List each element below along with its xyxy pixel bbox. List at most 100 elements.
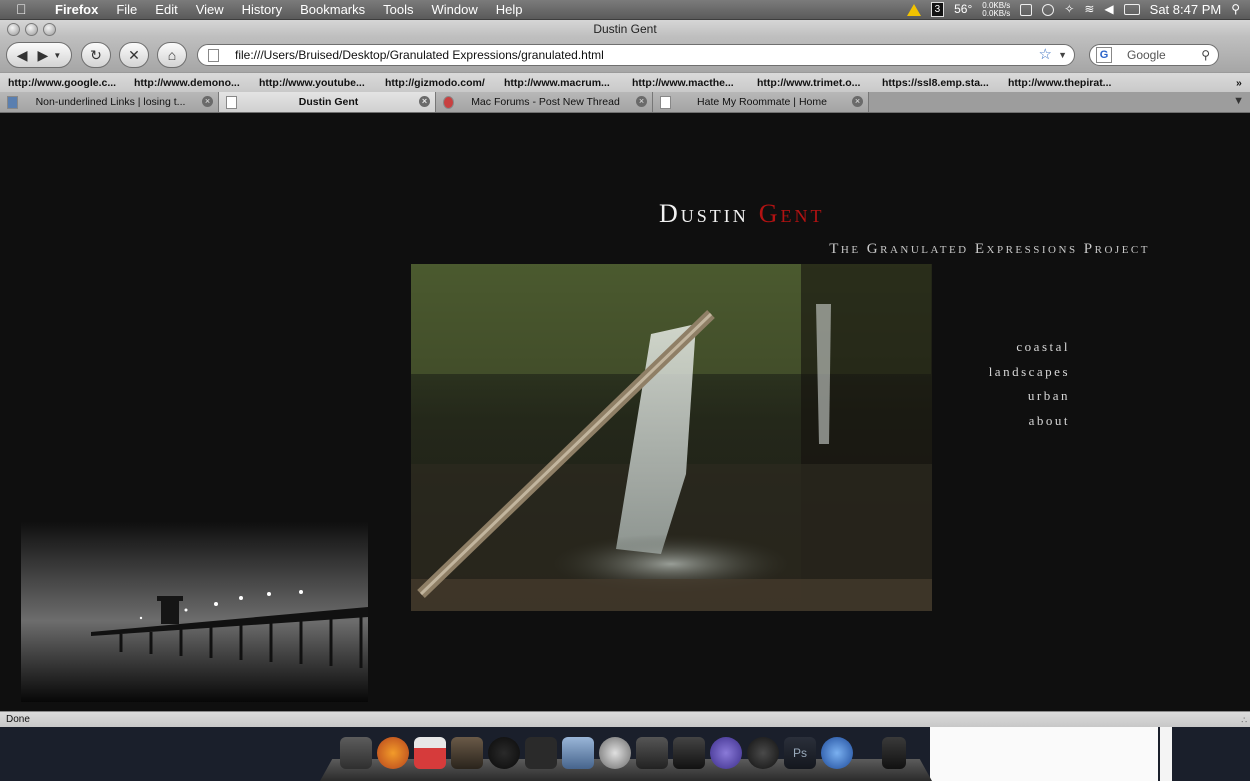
tab-close-icon[interactable]: × xyxy=(202,96,213,107)
reload-icon: ↻ xyxy=(90,46,102,63)
menu-bookmarks[interactable]: Bookmarks xyxy=(291,0,374,19)
bookmark-star-icon[interactable]: ☆ xyxy=(1039,45,1052,65)
background-window xyxy=(930,727,1158,781)
window-title: Dustin Gent xyxy=(593,22,657,36)
tab-hate-my-roommate[interactable]: Hate My Roommate | Home × xyxy=(653,92,869,112)
tab-label: Mac Forums - Post New Thread xyxy=(471,96,620,108)
nav-about[interactable]: about xyxy=(989,409,1070,434)
status-badge[interactable]: 3 xyxy=(930,2,945,17)
speedometer-app-icon[interactable] xyxy=(599,737,631,769)
history-dropdown-icon[interactable]: ▼ xyxy=(53,51,61,60)
tab-label: Non-underlined Links | losing t... xyxy=(35,96,186,108)
forward-icon[interactable]: ▶ xyxy=(38,47,49,64)
minimize-window-button[interactable] xyxy=(25,23,38,36)
status-bar: Done ∴ xyxy=(0,711,1250,728)
photoshop-icon[interactable]: Ps xyxy=(784,737,816,769)
volume-icon[interactable]: ◀ xyxy=(1104,0,1113,19)
bookmark-item[interactable]: http://gizmodo.com/ xyxy=(385,73,485,93)
stop-icon: ✕ xyxy=(128,46,140,63)
status-text: Done xyxy=(6,714,30,725)
tab-close-icon[interactable]: × xyxy=(636,96,647,107)
nav-urban[interactable]: urban xyxy=(989,384,1070,409)
itunes-icon[interactable] xyxy=(747,737,779,769)
bluetooth-icon[interactable]: ✧ xyxy=(1064,0,1074,19)
zoom-window-button[interactable] xyxy=(43,23,56,36)
search-placeholder[interactable]: Google xyxy=(1127,45,1166,65)
stop-button[interactable]: ✕ xyxy=(119,42,149,68)
temperature-readout[interactable]: 56° xyxy=(954,0,972,19)
favicon-icon xyxy=(7,96,18,109)
menu-help[interactable]: Help xyxy=(487,0,532,19)
menu-app-firefox[interactable]: Firefox xyxy=(46,0,107,19)
wifi-icon[interactable]: ≋ xyxy=(1084,0,1094,19)
menu-window[interactable]: Window xyxy=(423,0,487,19)
spotlight-icon[interactable]: ⚲ xyxy=(1231,0,1240,19)
bookmark-item[interactable]: http://www.macthe... xyxy=(632,73,734,93)
firefox-icon[interactable] xyxy=(377,737,409,769)
bookmark-item[interactable]: https://ssl8.emp.sta... xyxy=(882,73,989,93)
headphones-app-icon[interactable] xyxy=(488,737,520,769)
menu-file[interactable]: File xyxy=(107,0,146,19)
reload-button[interactable]: ↻ xyxy=(81,42,111,68)
page-icon xyxy=(660,96,671,109)
ical-icon[interactable] xyxy=(414,737,446,769)
menu-bar:  Firefox File Edit View History Bookmar… xyxy=(0,0,1250,20)
app-icon[interactable] xyxy=(525,737,557,769)
tab-non-underlined-links[interactable]: Non-underlined Links | losing t... × xyxy=(0,92,219,112)
page-content: Dustin Gent The Granulated Expressions Pr… xyxy=(0,113,1250,711)
background-window-edge xyxy=(1160,727,1172,781)
bookmark-item[interactable]: http://www.google.c... xyxy=(8,73,116,93)
camera-app-icon[interactable] xyxy=(451,737,483,769)
menu-tools[interactable]: Tools xyxy=(374,0,422,19)
tab-label: Hate My Roommate | Home xyxy=(697,96,827,108)
site-title-last: Gent xyxy=(758,199,825,228)
clock[interactable]: Sat 8:47 PM xyxy=(1150,0,1222,19)
close-window-button[interactable] xyxy=(7,23,20,36)
menu-view[interactable]: View xyxy=(187,0,233,19)
film-app-icon[interactable] xyxy=(636,737,668,769)
tab-label: Dustin Gent xyxy=(298,96,359,108)
tab-close-icon[interactable]: × xyxy=(419,96,430,107)
monitor-icon[interactable] xyxy=(1020,3,1033,16)
bookmark-item[interactable]: http://www.demono... xyxy=(134,73,240,93)
url-dropdown-icon[interactable]: ▼ xyxy=(1058,45,1067,65)
bookmark-item[interactable]: http://www.macrum... xyxy=(504,73,610,93)
utility-app-icon[interactable] xyxy=(673,737,705,769)
nav-coastal[interactable]: coastal xyxy=(989,335,1070,360)
apple-menu-icon[interactable]:  xyxy=(16,0,27,19)
waterfall-photo[interactable] xyxy=(411,264,932,611)
nav-landscapes[interactable]: landscapes xyxy=(989,360,1070,385)
bookmark-item[interactable]: http://www.trimet.o... xyxy=(757,73,860,93)
menu-status-area: 3 56° 0.0KB/s 0.0KB/s ✧ ≋ ◀ Sat 8:47 PM … xyxy=(906,0,1240,19)
back-icon[interactable]: ◀ xyxy=(17,47,28,64)
bookmark-item[interactable]: http://www.youtube... xyxy=(259,73,365,93)
search-engine-icon[interactable]: G xyxy=(1096,47,1112,63)
time-machine-icon[interactable] xyxy=(1042,3,1055,16)
sync-app-icon[interactable] xyxy=(562,737,594,769)
search-icon[interactable]: ⚲ xyxy=(1201,45,1210,65)
url-bar[interactable]: file:///Users/Bruised/Desktop/Granulated… xyxy=(197,44,1075,66)
url-text[interactable]: file:///Users/Bruised/Desktop/Granulated… xyxy=(235,45,604,65)
warning-icon[interactable] xyxy=(906,3,921,16)
tab-list-icon[interactable]: ▼ xyxy=(1233,95,1244,107)
network-rate[interactable]: 0.0KB/s 0.0KB/s xyxy=(982,1,1011,18)
menu-edit[interactable]: Edit xyxy=(146,0,186,19)
system-app-icon[interactable] xyxy=(821,737,853,769)
home-button[interactable]: ⌂ xyxy=(157,42,187,68)
search-bar[interactable]: G Google ⚲ xyxy=(1089,44,1219,66)
bookmark-item[interactable]: http://www.thepirat... xyxy=(1008,73,1111,93)
finder-icon[interactable] xyxy=(340,737,372,769)
tab-mac-forums[interactable]: Mac Forums - Post New Thread × xyxy=(436,92,653,112)
pier-photo[interactable] xyxy=(21,522,368,702)
trash-icon[interactable] xyxy=(882,737,906,769)
tab-dustin-gent[interactable]: Dustin Gent × xyxy=(219,92,436,112)
net-down-rate: 0.0KB/s xyxy=(982,8,1011,18)
menu-history[interactable]: History xyxy=(233,0,291,19)
menu-list: Firefox File Edit View History Bookmarks… xyxy=(46,0,532,19)
bookmarks-overflow-icon[interactable]: » xyxy=(1236,73,1242,93)
resize-grip-icon[interactable]: ∴ xyxy=(1241,712,1247,728)
battery-icon[interactable] xyxy=(1123,4,1140,15)
bbedit-icon[interactable] xyxy=(710,737,742,769)
site-title-first: Dustin xyxy=(659,199,749,228)
tab-close-icon[interactable]: × xyxy=(852,96,863,107)
